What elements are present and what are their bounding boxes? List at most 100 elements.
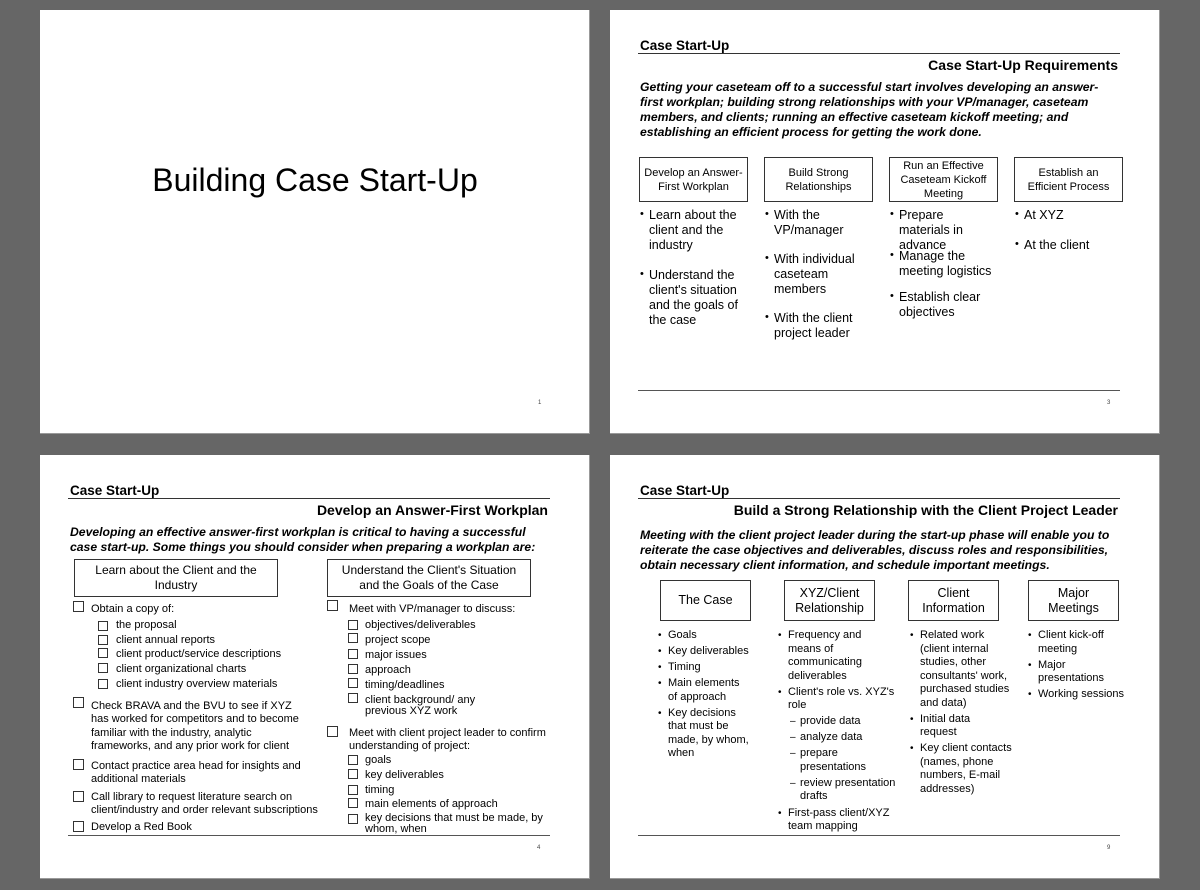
checklist-subitem: approach [365, 664, 411, 676]
column-header-label: Understand the Client's Situation and th… [341, 563, 517, 592]
bullet-item: Prepare materials in advance [890, 207, 995, 252]
checklist-item: Obtain a copy of: [91, 603, 175, 615]
checkbox[interactable] [327, 600, 338, 611]
bullet-item: Main elements of approach [658, 677, 748, 704]
bullet-item: Working sessions [1028, 688, 1128, 702]
bullet-item: Understand the client's situation and th… [640, 267, 745, 328]
slide-1[interactable]: Building Case Start-Up 1 [40, 10, 590, 434]
checklist-subitem: client organizational charts [116, 663, 247, 675]
intro-line: case start-up. Some things you should co… [70, 540, 536, 554]
header-rule [638, 53, 1120, 54]
slide-9[interactable]: Case Start-Up Build a Strong Relationshi… [610, 455, 1160, 879]
bullet-list-relationships: With the VP/manager With individual case… [765, 207, 875, 341]
checklist-subitem: client background/ any previous XYZ work [365, 694, 476, 717]
checklist-subitem: goals [365, 754, 392, 766]
bullet-item: Key decisions that must be made, by whom… [658, 707, 753, 761]
bullet-item: At XYZ [1015, 207, 1120, 223]
column-header-client-industry: Learn about the Client and the Industry [74, 559, 278, 597]
checklist-item: Contact practice area head for insights … [91, 760, 301, 786]
checkbox[interactable] [348, 769, 358, 779]
checklist-item: Check BRAVA and the BVU to see if XYZ ha… [91, 700, 299, 753]
checklist-subitem: timing [365, 784, 395, 796]
column-header-client-info: Client Information [908, 580, 999, 621]
intro-line: Developing an effective answer-first wor… [70, 525, 526, 539]
column-header-workplan: Develop an Answer-First Workplan [639, 157, 748, 202]
checkbox[interactable] [73, 759, 84, 770]
slide-title: Develop an Answer-First Workplan [316, 502, 548, 518]
column-header-label: The Case [678, 593, 733, 607]
intro-line: establishing an efficient process for ge… [640, 125, 982, 139]
bullet-list-process: At XYZ At the client [1015, 207, 1120, 253]
checklist-subitem: project scope [365, 634, 431, 646]
checkbox[interactable] [348, 678, 358, 688]
checkbox[interactable] [348, 798, 358, 808]
column-header-situation-goals: Understand the Client's Situation and th… [327, 559, 531, 597]
checkbox[interactable] [348, 814, 358, 824]
checkbox[interactable] [73, 791, 84, 802]
column-header-relationships: Build Strong Relationships [764, 157, 873, 202]
bullet-item: Timing [658, 661, 758, 675]
checkbox[interactable] [348, 693, 358, 703]
checklist-subitem: key deliverables [365, 769, 444, 781]
checkbox[interactable] [73, 601, 84, 612]
checkbox[interactable] [73, 697, 84, 708]
bullet-item: Major presentations [1028, 659, 1118, 686]
intro-line: first workplan; building strong relation… [640, 95, 1089, 109]
header-rule [68, 498, 550, 499]
column-header-label: Build Strong Relationships [785, 166, 852, 193]
column-header-process: Establish an Efficient Process [1014, 157, 1123, 202]
checkbox[interactable] [348, 785, 358, 795]
checklist-item: Meet with VP/manager to discuss: [349, 603, 516, 615]
intro-line: Meeting with the client project leader d… [640, 528, 1110, 542]
checklist-item: Call library to request literature searc… [91, 791, 318, 817]
footer-rule [638, 835, 1120, 836]
bullet-item: Learn about the client and the industry [640, 207, 745, 253]
checklist-subitem: the proposal [116, 619, 177, 631]
column-header-label: Learn about the Client and the Industry [95, 563, 257, 592]
bullet-item: Key client contacts (names, phone number… [910, 742, 1012, 796]
column-header-kickoff: Run an Effective Caseteam Kickoff Meetin… [889, 157, 998, 202]
bullet-item: First-pass client/XYZ team mapping [778, 807, 902, 834]
bullet-list-major-meetings: Client kick-off meeting Major presentati… [1028, 629, 1128, 704]
checkbox[interactable] [98, 648, 108, 658]
checklist-subitem: client industry overview materials [116, 678, 278, 690]
checkbox[interactable] [348, 633, 358, 643]
column-header-label: Develop an Answer-First Workplan [644, 166, 743, 193]
checkbox[interactable] [348, 664, 358, 674]
sub-bullet-item: analyze data [778, 731, 902, 745]
checkbox[interactable] [348, 649, 358, 659]
slide-3[interactable]: Case Start-Up Case Start-Up Requirements… [610, 10, 1160, 434]
bullet-list-xyz-client: Frequency and means of communicating del… [778, 629, 902, 836]
intro-line: Getting your caseteam off to a successfu… [640, 80, 1099, 94]
bullet-list-workplan: Learn about the client and the industry … [640, 207, 745, 328]
checkbox[interactable] [98, 679, 108, 689]
bullet-item: Initial data request [910, 713, 990, 740]
intro-text: Meeting with the client project leader d… [640, 528, 1140, 573]
column-header-label: Major Meetings [1048, 585, 1099, 615]
bullet-item: Frequency and means of communicating del… [778, 629, 868, 683]
bullet-item: Client kick-off meeting [1028, 629, 1126, 656]
checklist-subitem: client product/service descriptions [116, 648, 282, 660]
slide-4[interactable]: Case Start-Up Develop an Answer-First Wo… [40, 455, 590, 879]
section-label: Case Start-Up [640, 483, 730, 498]
page-number: 9 [1107, 845, 1111, 851]
bullet-item: Establish clear objectives [890, 289, 995, 320]
checkbox[interactable] [98, 635, 108, 645]
column-header-xyz-client: XYZ/Client Relationship [784, 580, 875, 621]
column-header-label: Establish an Efficient Process [1027, 166, 1110, 193]
bullet-item: Key deliverables [658, 645, 758, 659]
column-header-label: Client Information [922, 585, 985, 615]
checkbox[interactable] [73, 821, 84, 832]
bullet-item: With individual caseteam members [765, 251, 875, 297]
column-header-the-case: The Case [660, 580, 751, 621]
sub-bullet-item: prepare presentations [778, 747, 880, 774]
bullet-item: Goals [658, 629, 758, 643]
checkbox[interactable] [348, 755, 358, 765]
checkbox[interactable] [98, 621, 108, 631]
checkbox[interactable] [98, 663, 108, 673]
header-rule [638, 498, 1120, 499]
sub-bullet-item: provide data [778, 715, 902, 729]
checkbox[interactable] [327, 726, 338, 737]
checkbox[interactable] [348, 620, 358, 630]
checklist-subitem: key decisions that must be made, by whom… [365, 812, 543, 835]
